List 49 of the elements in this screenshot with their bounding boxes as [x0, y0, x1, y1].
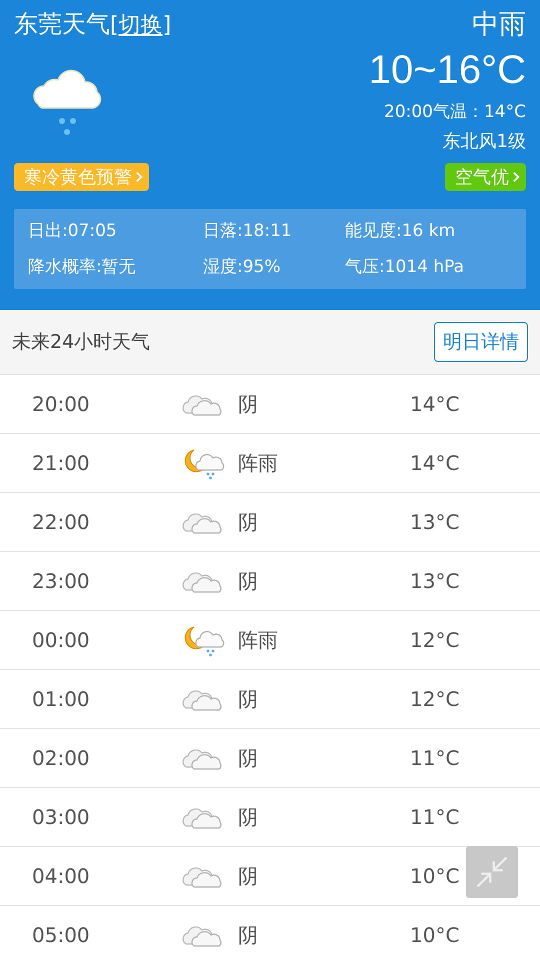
- hour-weather: 阴: [237, 804, 258, 830]
- hour-time: 22:00: [32, 510, 90, 534]
- hour-temperature: 14°C: [410, 392, 460, 416]
- detail-text: 气压:1014 hPa: [345, 256, 466, 279]
- hour-time: 23:00: [32, 569, 90, 593]
- hour-weather: 阵雨: [237, 626, 278, 654]
- chevron-icon: [513, 171, 520, 183]
- hour-time: 04:00: [32, 864, 90, 888]
- hour-time: 03:00: [32, 805, 90, 829]
- hour-temperature: 11°C: [410, 805, 460, 829]
- hour-weather: 阵雨: [237, 450, 278, 476]
- hour-time: 02:00: [32, 746, 90, 770]
- hour-temperature: 11°C: [410, 746, 460, 770]
- collapse-button[interactable]: [466, 846, 518, 898]
- hour-temperature: 10°C: [410, 923, 460, 947]
- hour-temperature: 12°C: [410, 628, 460, 652]
- temperature-range: 10~16°C: [368, 47, 526, 94]
- hour-temperature: 14°C: [410, 451, 460, 475]
- hour-time: 20:00: [32, 392, 90, 416]
- collapse-icon: [474, 854, 510, 890]
- city-title: 东莞天气: [14, 9, 110, 40]
- detail-text: 日落:18:11: [203, 220, 293, 243]
- hour-temperature: 13°C: [410, 569, 460, 593]
- hour-time: 00:00: [32, 628, 90, 652]
- weather-condition: 中雨: [472, 8, 526, 42]
- wind-info: 东北风1级: [442, 130, 526, 153]
- switch-city-link[interactable]: [切换]: [110, 10, 172, 40]
- chevron-icon: [136, 171, 143, 183]
- hour-weather: 阴: [237, 922, 258, 948]
- current-temperature: 20:00气温：14°C: [384, 101, 526, 123]
- hour-temperature: 13°C: [410, 510, 460, 534]
- hour-weather: 阴: [237, 568, 258, 594]
- section-title: 未来24小时天气: [12, 330, 150, 355]
- hour-time: 21:00: [32, 451, 90, 475]
- hour-temperature: 12°C: [410, 687, 460, 711]
- hour-time: 01:00: [32, 687, 90, 711]
- hour-weather: 阴: [237, 686, 258, 712]
- hour-weather: 阴: [237, 390, 258, 418]
- detail-text: 日出:07:05: [28, 220, 118, 243]
- air-quality-button[interactable]: 空气优: [445, 163, 526, 191]
- hour-time: 05:00: [32, 923, 90, 947]
- hour-weather: 阴: [237, 744, 258, 772]
- hour-weather: 阴: [237, 508, 258, 536]
- detail-text: 湿度:95%: [203, 256, 282, 279]
- detail-text: 能见度:16 km: [345, 220, 456, 243]
- hour-weather: 阴: [237, 862, 258, 890]
- detail-text: 降水概率:暂无: [28, 256, 137, 279]
- hour-temperature: 10°C: [410, 864, 460, 888]
- tomorrow-details-button[interactable]: 明日详情: [434, 322, 528, 362]
